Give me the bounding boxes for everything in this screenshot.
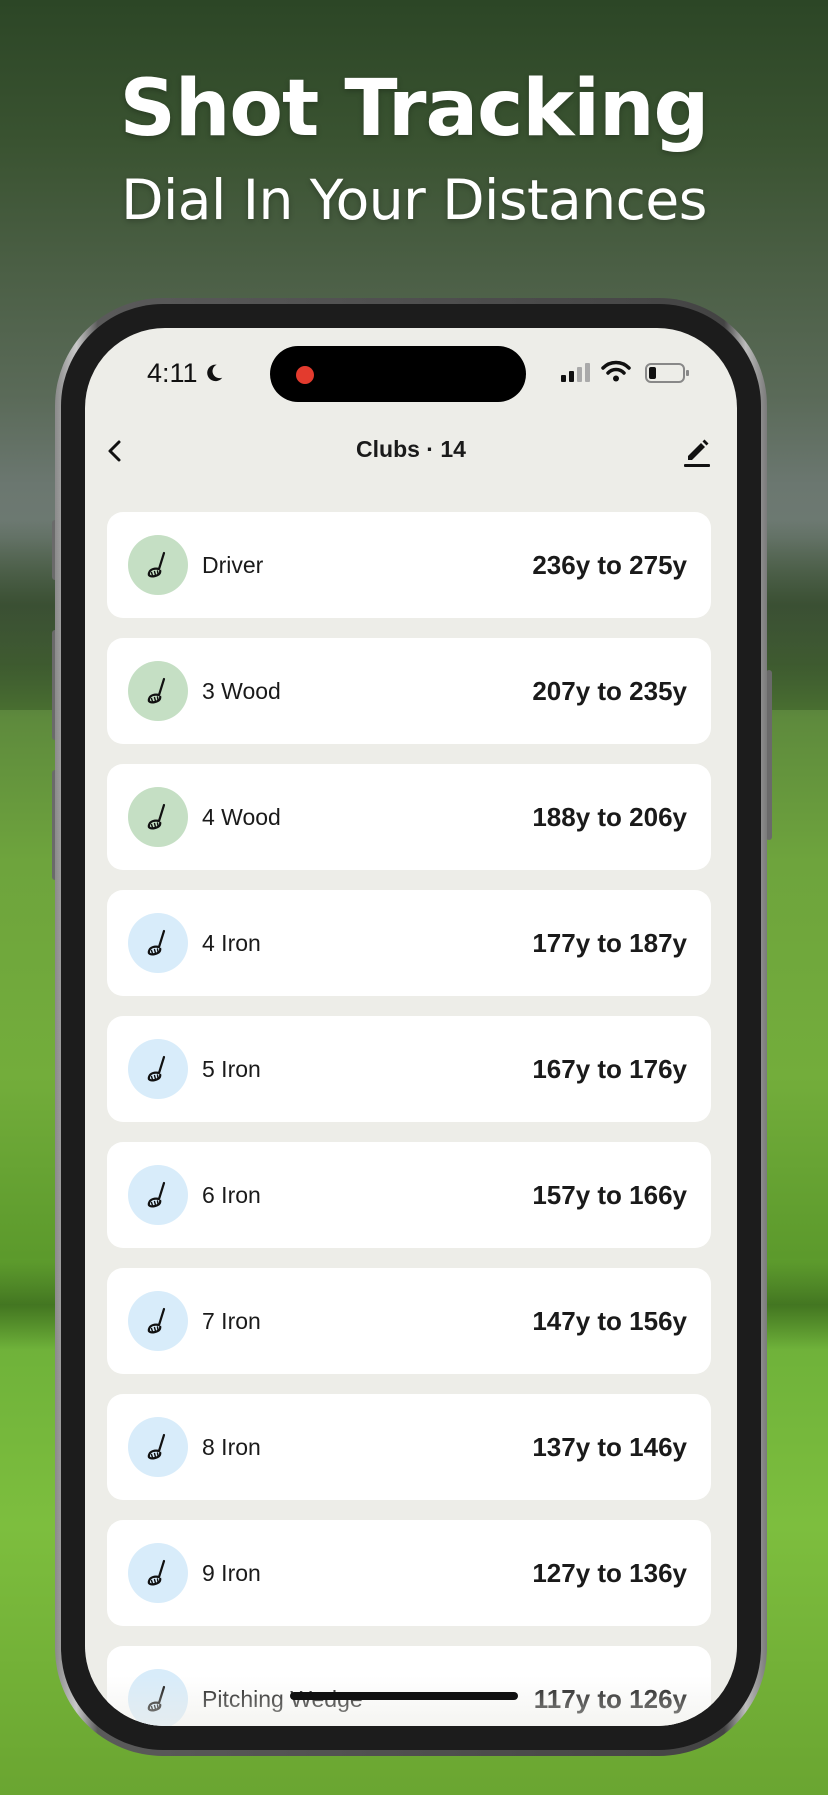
club-list-item[interactable]: 3 Wood 207y to 235y: [107, 638, 711, 744]
club-list-item[interactable]: 5 Iron 167y to 176y: [107, 1016, 711, 1122]
golf-club-icon: [128, 1039, 188, 1099]
club-name: 6 Iron: [202, 1182, 261, 1208]
club-distance-range: 177y to 187y: [532, 928, 687, 958]
club-name: 4 Wood: [202, 804, 281, 830]
golf-club-icon: [128, 1543, 188, 1603]
cellular-signal-icon: [561, 363, 590, 382]
home-indicator[interactable]: [290, 1692, 518, 1700]
golf-club-icon-glyph: [147, 1307, 166, 1334]
club-list-item[interactable]: 8 Iron 137y to 146y: [107, 1394, 711, 1500]
club-distance-range: 137y to 146y: [532, 1432, 687, 1462]
golf-club-icon: [128, 1291, 188, 1351]
promo-subtitle: Dial In Your Distances: [121, 168, 707, 232]
club-distance-range: 147y to 156y: [532, 1306, 687, 1336]
club-name: Driver: [202, 552, 264, 578]
golf-club-icon: [128, 787, 188, 847]
club-list-item[interactable]: 7 Iron 147y to 156y: [107, 1268, 711, 1374]
golf-club-icon-glyph: [147, 1433, 166, 1460]
club-distance-range: 127y to 136y: [532, 1558, 687, 1588]
golf-club-icon: [128, 535, 188, 595]
status-time: 4:11: [147, 358, 198, 388]
golf-club-icon-glyph: [147, 803, 166, 830]
golf-club-icon-glyph: [147, 1181, 166, 1208]
phone-frame: 4:11 Clubs · 14 Driver 236y to 275y 3 Wo…: [55, 298, 767, 1756]
club-name: 3 Wood: [202, 678, 281, 704]
phone-screen: 4:11 Clubs · 14 Driver 236y to 275y 3 Wo…: [85, 328, 737, 1726]
battery-icon: [645, 363, 689, 383]
club-name: 5 Iron: [202, 1056, 261, 1082]
golf-club-icon-glyph: [147, 677, 166, 704]
golf-club-icon: [128, 1165, 188, 1225]
nav-bar: Clubs · 14: [85, 420, 737, 480]
club-list-item[interactable]: 6 Iron 157y to 166y: [107, 1142, 711, 1248]
club-name: 8 Iron: [202, 1434, 261, 1460]
club-distance-range: 167y to 176y: [532, 1054, 687, 1084]
list-fade: [85, 1676, 737, 1726]
club-name: 7 Iron: [202, 1308, 261, 1334]
status-bar: 4:11: [85, 328, 737, 418]
recording-indicator-icon: [296, 366, 314, 384]
dynamic-island: [270, 346, 526, 402]
golf-club-icon-glyph: [147, 1559, 166, 1586]
club-list-item[interactable]: 9 Iron 127y to 136y: [107, 1520, 711, 1626]
club-list-item[interactable]: 4 Iron 177y to 187y: [107, 890, 711, 996]
club-list: Driver 236y to 275y 3 Wood 207y to 235y …: [107, 512, 711, 1726]
golf-club-icon: [128, 913, 188, 973]
promo-title: Shot Tracking: [119, 64, 710, 154]
club-list-item[interactable]: 4 Wood 188y to 206y: [107, 764, 711, 870]
club-name: 9 Iron: [202, 1560, 261, 1586]
golf-club-icon-glyph: [147, 1055, 166, 1082]
moon-icon: [207, 364, 223, 382]
page-title: Clubs · 14: [356, 436, 466, 462]
club-distance-range: 188y to 206y: [532, 802, 687, 832]
club-name: 4 Iron: [202, 930, 261, 956]
golf-club-icon: [128, 661, 188, 721]
pencil-icon[interactable]: [679, 432, 715, 468]
club-distance-range: 236y to 275y: [532, 550, 687, 580]
phone-bezel: 4:11 Clubs · 14 Driver 236y to 275y 3 Wo…: [61, 304, 761, 1750]
golf-club-icon-glyph: [147, 551, 166, 578]
club-list-item[interactable]: Driver 236y to 275y: [107, 512, 711, 618]
wifi-icon: [601, 360, 631, 382]
club-distance-range: 207y to 235y: [532, 676, 687, 706]
golf-club-icon-glyph: [147, 929, 166, 956]
club-distance-range: 157y to 166y: [532, 1180, 687, 1210]
golf-club-icon: [128, 1417, 188, 1477]
